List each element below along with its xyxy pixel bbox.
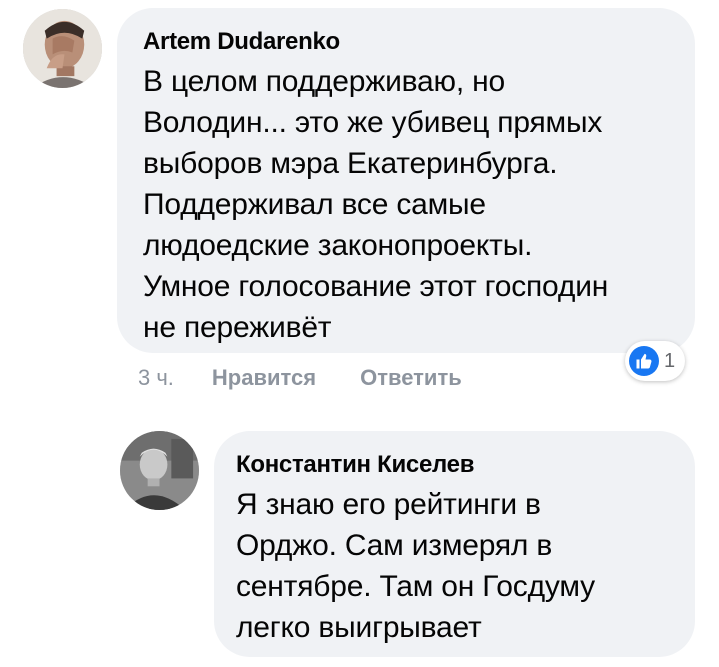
reactions-summary[interactable]: 1: [625, 341, 686, 381]
reply-button[interactable]: Ответить: [360, 365, 462, 391]
comment-timestamp[interactable]: 3 ч.: [138, 365, 174, 391]
like-thumb-icon: [629, 346, 659, 376]
comment-author[interactable]: Константин Киселев: [236, 451, 665, 479]
comment-bubble: Artem Dudarenko В целом поддерживаю, но …: [117, 8, 695, 353]
avatar-artem-dudarenko[interactable]: [23, 9, 102, 88]
avatar-photo-icon: [23, 9, 102, 88]
comment-bubble: Константин Киселев Я знаю его рейтинги в…: [214, 431, 695, 657]
avatar-konstantin-kiselev[interactable]: [120, 431, 199, 510]
avatar-photo-icon: [120, 431, 199, 510]
like-button[interactable]: Нравится: [212, 365, 316, 391]
comment-actions: 3 ч. Нравится Ответить: [138, 360, 462, 396]
reaction-count: 1: [664, 349, 676, 372]
comment-text: В целом поддерживаю, но Володин... это ж…: [143, 65, 609, 344]
comment-author[interactable]: Artem Dudarenko: [143, 28, 665, 56]
comment-text: Я знаю его рейтинги в Орджо. Сам измерял…: [236, 488, 595, 644]
